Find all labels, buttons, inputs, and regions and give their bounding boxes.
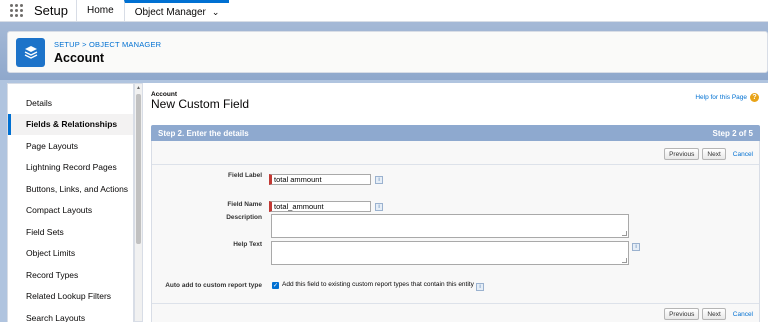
sidebar-item-label: Related Lookup Filters (26, 291, 112, 302)
sidebar-item-lightning-record-pages[interactable]: Lightning Record Pages (8, 157, 133, 179)
info-icon[interactable]: i (476, 283, 484, 291)
app-launcher-button[interactable] (0, 0, 32, 21)
help-icon: ? (750, 93, 759, 102)
info-icon[interactable]: i (632, 243, 640, 251)
divider (152, 303, 759, 304)
field-label-input[interactable]: total ammount (269, 174, 371, 185)
main-content: Account New Custom Field Help for this P… (143, 83, 768, 322)
description-label: Description (226, 214, 262, 221)
sidebar-scrollbar[interactable]: ▲ (134, 83, 143, 322)
sidebar-item-label: Compact Layouts (26, 205, 93, 216)
app-name: Setup (34, 3, 68, 18)
tab-object-manager-label: Object Manager (134, 6, 206, 18)
sidebar-item-page-layouts[interactable]: Page Layouts (8, 135, 133, 157)
sidebar-item-label: Page Layouts (26, 140, 78, 151)
description-textarea[interactable] (271, 214, 629, 238)
sidebar-item-label: Lightning Record Pages (26, 162, 117, 173)
cancel-link[interactable]: Cancel (733, 311, 753, 318)
previous-button[interactable]: Previous (664, 308, 700, 320)
next-button[interactable]: Next (702, 148, 726, 160)
app-launcher-icon (9, 4, 23, 17)
auto-add-text: Add this field to existing custom report… (282, 281, 474, 288)
sidebar-item-label: Details (26, 97, 52, 108)
step-title: Step 2. Enter the details (158, 128, 249, 138)
sidebar-item-label: Object Limits (26, 248, 76, 259)
sidebar-item-related-lookup-filters[interactable]: Related Lookup Filters (8, 286, 133, 308)
sidebar-item-details[interactable]: Details (8, 92, 133, 114)
info-icon[interactable]: i (375, 176, 383, 184)
breadcrumb[interactable]: SETUP > OBJECT MANAGER (54, 40, 161, 49)
info-icon[interactable]: i (375, 203, 383, 211)
sidebar-item-record-types[interactable]: Record Types (8, 264, 133, 286)
form-title: New Custom Field (151, 97, 250, 111)
field-label-label: Field Label (228, 172, 262, 179)
cancel-link[interactable]: Cancel (733, 151, 753, 158)
sidebar-item-search-layouts[interactable]: Search Layouts (8, 307, 133, 322)
sidebar-item-label: Search Layouts (26, 312, 86, 322)
sidebar-item-label: Buttons, Links, and Actions (26, 183, 129, 194)
sidebar-item-object-limits[interactable]: Object Limits (8, 243, 133, 265)
sidebar-item-label: Record Types (26, 269, 79, 280)
object-manager-sidebar: Details Fields & Relationships Page Layo… (7, 83, 134, 322)
step-count: Step 2 of 5 (712, 128, 753, 138)
auto-add-checkbox[interactable]: ✓ (272, 282, 279, 289)
next-button[interactable]: Next (702, 308, 726, 320)
tab-home[interactable]: Home (76, 0, 124, 21)
field-name-label: Field Name (227, 201, 262, 208)
help-text-label: Help Text (233, 241, 262, 248)
page-title: Account (54, 50, 104, 65)
top-button-row: Previous Next Cancel (664, 148, 753, 160)
sidebar-item-field-sets[interactable]: Field Sets (8, 221, 133, 243)
help-text-textarea[interactable] (271, 241, 629, 265)
tab-home-label: Home (87, 5, 114, 16)
help-link-text: Help for this Page (695, 94, 747, 101)
sidebar-item-label: Fields & Relationships (26, 119, 118, 130)
field-name-input[interactable]: total_ammount (269, 201, 371, 212)
sidebar-item-compact-layouts[interactable]: Compact Layouts (8, 200, 133, 222)
step-header: Step 2. Enter the details Step 2 of 5 (151, 125, 760, 141)
field-details-form: Previous Next Cancel Field Label total a… (151, 141, 760, 322)
bottom-button-row: Previous Next Cancel (664, 308, 753, 320)
chevron-down-icon[interactable]: ⌄ (212, 7, 220, 18)
previous-button[interactable]: Previous (664, 148, 700, 160)
sidebar-item-buttons-links-actions[interactable]: Buttons, Links, and Actions (8, 178, 133, 200)
tab-object-manager[interactable]: Object Manager ⌄ (123, 0, 230, 21)
page-header: SETUP > OBJECT MANAGER Account (7, 31, 768, 73)
scrollbar-thumb[interactable] (136, 94, 141, 244)
scroll-up-icon[interactable]: ▲ (136, 85, 141, 91)
layers-icon (16, 37, 45, 67)
help-link[interactable]: Help for this Page ? (695, 93, 759, 102)
sidebar-item-fields-relationships[interactable]: Fields & Relationships (8, 113, 133, 135)
sidebar-item-label: Field Sets (26, 226, 64, 237)
global-nav: Setup Home Object Manager ⌄ (0, 0, 768, 22)
divider (152, 164, 759, 165)
auto-add-label: Auto add to custom report type (165, 282, 262, 289)
